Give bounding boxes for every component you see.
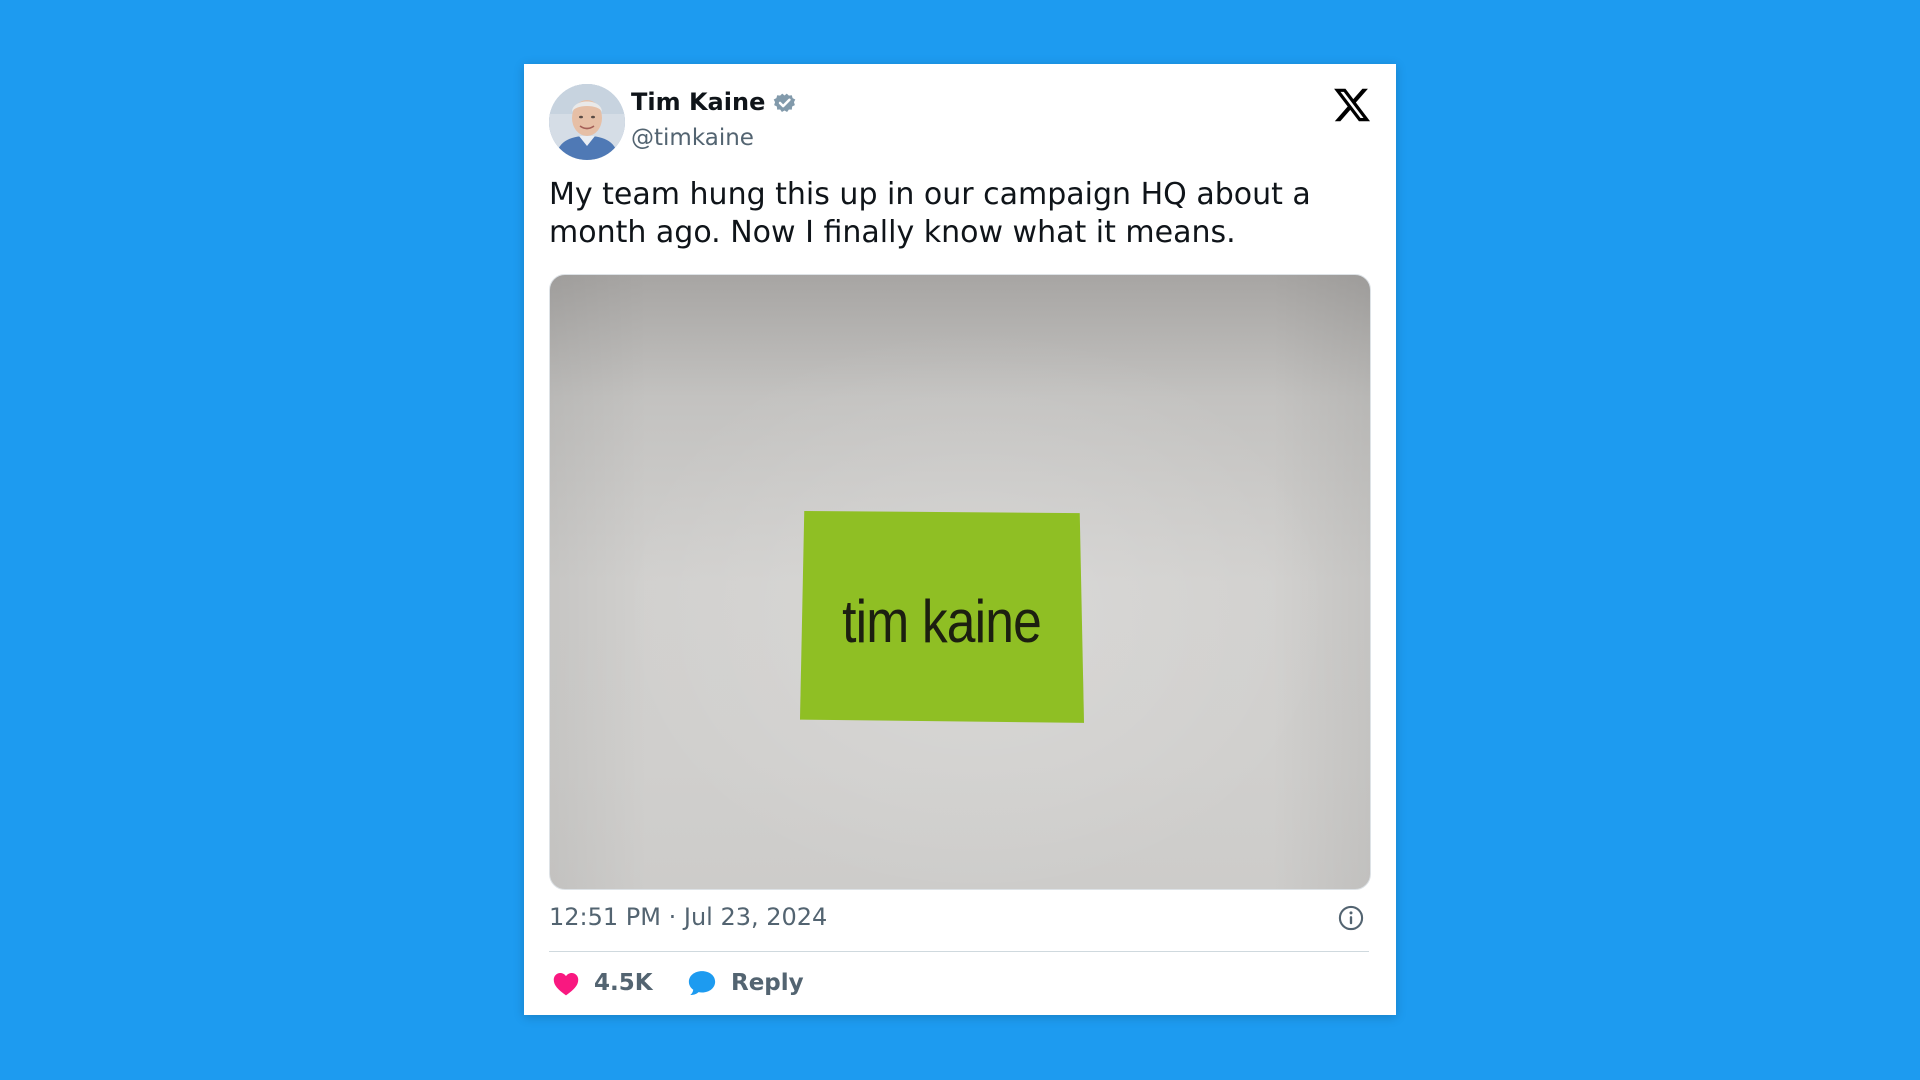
like-button[interactable]: 4.5K (552, 965, 653, 1001)
sticky-note: tim kaine (800, 511, 1084, 723)
sticky-note-text: tim kaine (842, 587, 1043, 655)
reply-bubble-icon (688, 971, 716, 996)
avatar-photo (549, 84, 625, 160)
author-name-row: Tim Kaine (631, 88, 798, 116)
avatar[interactable] (549, 84, 625, 160)
like-count: 4.5K (594, 970, 653, 996)
tweet-photo[interactable]: tim kaine (549, 274, 1371, 890)
tweet-card: Tim Kaine @timkaine My team hung this up… (524, 64, 1396, 1015)
author-name[interactable]: Tim Kaine (631, 88, 765, 116)
reply-button[interactable]: Reply (687, 965, 804, 1001)
info-icon[interactable] (1337, 904, 1365, 932)
x-logo-icon[interactable] (1332, 85, 1372, 125)
tweet-text: My team hung this up in our campaign HQ … (549, 177, 1311, 250)
reply-label: Reply (731, 970, 804, 996)
verified-badge-icon (771, 89, 798, 116)
tweet-timestamp[interactable]: 12:51 PM · Jul 23, 2024 (549, 902, 827, 932)
author-handle[interactable]: @timkaine (631, 124, 754, 152)
divider (549, 951, 1369, 952)
heart-icon (553, 972, 579, 996)
